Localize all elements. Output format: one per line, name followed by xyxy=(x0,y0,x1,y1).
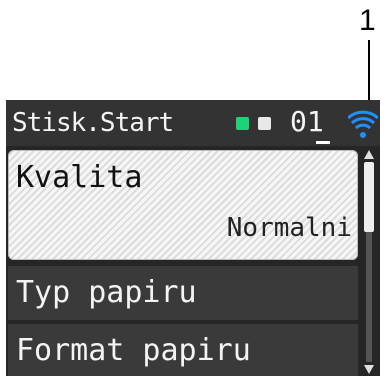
status-message: Stisk.Start xyxy=(12,108,174,138)
menu-item-label: Typ papiru xyxy=(16,275,197,310)
copies-count[interactable]: 01 xyxy=(290,106,324,138)
wifi-icon[interactable] xyxy=(348,110,378,140)
status-bar: Stisk.Start 01 xyxy=(6,100,380,146)
menu-item-value: Normalni xyxy=(226,213,352,243)
menu-item-format-papiru[interactable]: Format papiru xyxy=(8,324,358,376)
menu-item-kvalita[interactable]: Kvalita Normalni xyxy=(8,150,358,260)
scroll-down-arrow-icon[interactable] xyxy=(364,365,374,374)
callout-number: 1 xyxy=(359,4,376,37)
lcd-screen: Stisk.Start 01 Kvalita Normalni Typ papi… xyxy=(6,100,380,376)
copies-cursor xyxy=(316,141,330,144)
scroll-up-arrow-icon[interactable] xyxy=(364,150,374,159)
menu-item-typ-papiru[interactable]: Typ papiru xyxy=(8,266,358,320)
green-indicator-icon xyxy=(236,117,249,130)
white-indicator-icon xyxy=(258,117,271,130)
callout-line xyxy=(368,40,370,100)
scrollbar-thumb[interactable] xyxy=(364,162,374,232)
menu-item-label: Format papiru xyxy=(16,333,251,368)
menu-item-label: Kvalita xyxy=(16,160,143,195)
